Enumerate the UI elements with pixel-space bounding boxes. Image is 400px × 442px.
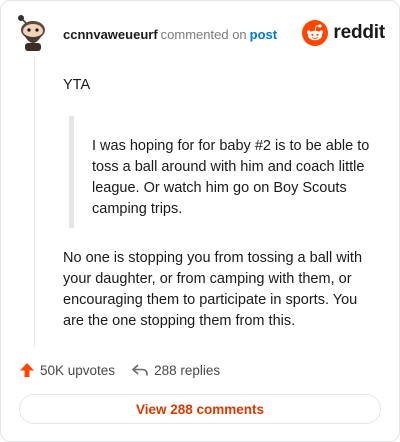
- reddit-logo-icon: [302, 20, 329, 46]
- comment-meta: ccnnvaweueurf commented on post: [63, 27, 277, 42]
- replies-button[interactable]: 288 replies: [131, 362, 220, 378]
- upvote-count: 50K upvotes: [40, 362, 116, 378]
- view-comments-button[interactable]: View 288 comments: [19, 394, 381, 424]
- reddit-logo[interactable]: reddit: [302, 19, 385, 47]
- commented-on-text: commented on: [160, 27, 247, 42]
- upvote-arrow-icon: [20, 363, 34, 377]
- comment-reply-text: No one is stopping you from tossing a ba…: [63, 250, 363, 329]
- action-bar: 50K upvotes 288 replies: [19, 359, 220, 381]
- quote-block: I was hoping for for baby #2 is to be ab…: [69, 116, 381, 228]
- comment-card: ccnnvaweueurf commented on post reddit YTA…: [0, 0, 400, 442]
- avatar[interactable]: [15, 13, 51, 53]
- reddit-wordmark: reddit: [333, 22, 385, 43]
- comment-body: YTA I was hoping for for baby #2 is to b…: [63, 75, 381, 332]
- quote-text: I was hoping for for baby #2 is to be ab…: [92, 138, 370, 217]
- username[interactable]: ccnnvaweueurf: [63, 27, 158, 42]
- comment-header: ccnnvaweueurf commented on post reddit: [15, 13, 385, 53]
- reply-count: 288 replies: [154, 362, 221, 378]
- upvote-button[interactable]: 50K upvotes: [19, 362, 115, 378]
- comment-intro: YTA: [63, 77, 91, 93]
- reply-arrow-icon: [132, 364, 148, 376]
- thread-line: [34, 57, 35, 347]
- post-link[interactable]: post: [250, 27, 277, 42]
